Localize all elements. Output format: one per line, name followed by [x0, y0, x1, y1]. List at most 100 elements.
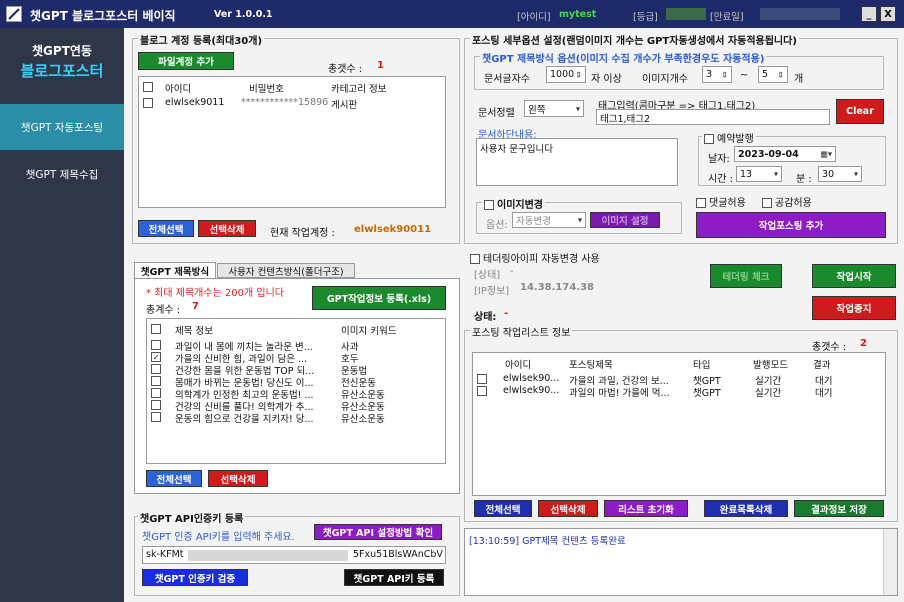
- col-header-type: 타입: [693, 360, 711, 371]
- state-label: 상태:: [474, 312, 497, 323]
- id-label: [아이디]: [517, 12, 551, 23]
- expire-value-blurred: [760, 8, 840, 20]
- jobs-delete-done-button[interactable]: 완료목록삭제: [704, 500, 788, 517]
- ip-value: 14.38.174.38: [520, 282, 595, 293]
- current-account-label: 현재 작업계정 :: [270, 228, 335, 239]
- comment-checkbox[interactable]: 댓글허용: [696, 194, 746, 209]
- tethering-checkbox[interactable]: 테더링아이피 자동변경 사용: [470, 250, 600, 265]
- grade-label: [등급]: [633, 12, 658, 23]
- header-checkbox[interactable]: [143, 81, 156, 92]
- row-checkbox[interactable]: [477, 373, 490, 384]
- close-button[interactable]: X: [880, 6, 896, 22]
- table-row[interactable]: elwlsek90... 가을의 과일, 건강의 보... 챗GPT 실기간 대…: [475, 373, 875, 387]
- account-delete-selected-button[interactable]: 선택삭제: [198, 220, 256, 237]
- list-item[interactable]: 건강의 신비를 풀다! 의학계가 추... 유산소운동: [149, 399, 439, 413]
- brand-line1: 챗GPT연동: [32, 44, 92, 58]
- list-item[interactable]: 운동의 힘으로 건강을 지키자! 당... 유산소운동: [149, 411, 439, 425]
- api-register-button[interactable]: 챗GPT API키 등록: [344, 569, 444, 586]
- titles-total-value: 7: [192, 301, 199, 312]
- log-area[interactable]: [13:10:59] GPT제목 컨텐츠 등록완료: [464, 528, 898, 596]
- job-list[interactable]: 아이디 포스팅제목 타입 발행모드 결과 elwlsek90... 가을의 과일…: [472, 352, 886, 496]
- sidebar-item-title-collect[interactable]: 챗GPT 제목수집: [0, 154, 124, 194]
- row-checkbox[interactable]: [151, 411, 164, 422]
- tab-gpt-title[interactable]: 챗GPT 제목방식: [134, 262, 216, 278]
- log-scrollbar[interactable]: [883, 529, 897, 595]
- row-checkbox[interactable]: ✓: [151, 351, 164, 362]
- chars-stepper[interactable]: 1000 ⇕: [546, 66, 586, 83]
- col-header-mode: 발행모드: [753, 360, 788, 371]
- table-row[interactable]: elwlsek9011 ************15896 게시판: [141, 97, 411, 111]
- img-option-select[interactable]: 자동변경 ▾: [512, 212, 586, 228]
- list-item[interactable]: 몸매가 바뀌는 운동법! 당신도 이... 전신운동: [149, 375, 439, 389]
- range-tilde: ~: [740, 70, 749, 81]
- img-max-stepper[interactable]: 5 ⇕: [758, 66, 788, 83]
- sidebar-item-label: 챗GPT 자동포스팅: [20, 121, 104, 134]
- table-row[interactable]: elwlsek90... 과일의 마법! 가을에 먹... 챗GPT 실기간 대…: [475, 385, 875, 399]
- titles-select-all-button[interactable]: 전체선택: [146, 470, 202, 487]
- gpt-info-register-button[interactable]: GPT작업정보 등록(.xls): [312, 286, 446, 310]
- jobs-total-value: 2: [860, 338, 867, 349]
- titles-delete-selected-button[interactable]: 선택삭제: [208, 470, 268, 487]
- sidebar-item-label: 챗GPT 제목수집: [25, 168, 99, 181]
- account-list[interactable]: 아이디 비밀번호 카테고리 정보 elwlsek9011 ***********…: [138, 76, 446, 208]
- align-label: 문서정렬: [478, 108, 515, 119]
- header-checkbox[interactable]: [151, 323, 164, 334]
- footer-textarea[interactable]: 사용자 문구입니다: [476, 138, 678, 186]
- img-change-checkbox[interactable]: 이미지변경: [482, 196, 545, 211]
- hour-select[interactable]: 13 ▾: [736, 166, 782, 182]
- job-id: elwlsek90...: [503, 373, 560, 384]
- title-text: 운동의 힘으로 건강을 지키자! 당...: [175, 414, 314, 425]
- tethering-check-button[interactable]: 테더링 체크: [710, 264, 782, 288]
- row-checkbox[interactable]: [151, 339, 164, 350]
- img-min-stepper[interactable]: 3 ⇕: [702, 66, 732, 83]
- jobs-select-all-button[interactable]: 전체선택: [474, 500, 532, 517]
- titles-list[interactable]: 제목 정보 이미지 키워드 과일이 내 몸에 끼치는 놀라운 변... 사과 ✓ …: [146, 318, 446, 464]
- ip-label: [IP정보]: [474, 286, 510, 297]
- jobs-delete-selected-button[interactable]: 선택삭제: [538, 500, 598, 517]
- align-select[interactable]: 왼쪽 ▾: [524, 100, 584, 117]
- list-item[interactable]: 과일이 내 몸에 끼치는 놀라운 변... 사과: [149, 339, 439, 353]
- gpt-option-subtitle: 챗GPT 제목방식 옵션(이미지 수집 개수가 부족한경우도 자동적용): [480, 50, 767, 65]
- row-checkbox[interactable]: [151, 399, 164, 410]
- api-key-input[interactable]: sk-KFMt 5Fxu51BlsWAnCbV: [142, 546, 446, 564]
- minimize-button[interactable]: _: [861, 6, 877, 22]
- api-group-title: 챗GPT API인증키 등록: [138, 510, 246, 525]
- account-pw: ************15896: [241, 97, 329, 108]
- row-checkbox[interactable]: [143, 97, 156, 108]
- job-id: elwlsek90...: [503, 385, 560, 396]
- jobs-save-result-button[interactable]: 결과정보 저장: [794, 500, 884, 517]
- tag-clear-button[interactable]: Clear: [836, 99, 884, 124]
- jobs-reset-list-button[interactable]: 리스트 초기화: [604, 500, 688, 517]
- row-checkbox[interactable]: [151, 387, 164, 398]
- sidebar-item-auto-posting[interactable]: 챗GPT 자동포스팅: [0, 104, 124, 150]
- account-total-value: 1: [377, 60, 384, 71]
- list-item[interactable]: 의학계가 인정한 최고의 운동법! ... 유산소운동: [149, 387, 439, 401]
- date-picker[interactable]: 2023-09-04 ▦▾: [734, 146, 836, 162]
- min-select[interactable]: 30 ▾: [818, 166, 862, 182]
- api-verify-button[interactable]: 챗GPT 인증키 검증: [142, 569, 248, 586]
- job-start-button[interactable]: 작업시작: [812, 264, 896, 288]
- img-setting-button[interactable]: 이미지 설정: [590, 212, 660, 228]
- row-checkbox[interactable]: [151, 375, 164, 386]
- file-account-add-button[interactable]: 파일계정 추가: [138, 52, 234, 70]
- list-item[interactable]: ✓ 가을의 신비한 힘, 과일이 담은 ... 호두: [149, 351, 439, 365]
- tab-user-content[interactable]: 사용자 컨텐츠방식(폴더구조): [217, 263, 355, 278]
- tag-input[interactable]: 태그1,태그2: [596, 109, 830, 125]
- sidebar: 챗GPT연동 블로그포스터 챗GPT 자동포스팅 챗GPT 제목수집: [0, 28, 124, 602]
- tethering-status-label: [상태]: [474, 270, 501, 281]
- like-checkbox[interactable]: 공감허용: [762, 194, 812, 209]
- date-label: 날자:: [708, 154, 730, 165]
- account-select-all-button[interactable]: 전체선택: [138, 220, 194, 237]
- job-stop-button[interactable]: 작업중지: [812, 296, 896, 320]
- api-guide-button[interactable]: 챗GPT API 설정방법 확인: [314, 524, 442, 540]
- add-job-posting-button[interactable]: 작업포스팅 추가: [696, 212, 886, 238]
- api-key-suffix: 5Fxu51BlsWAnCbV: [353, 549, 443, 560]
- row-checkbox[interactable]: [477, 385, 490, 396]
- expire-label: [만료일]: [710, 12, 744, 23]
- col-header-keyword: 이미지 키워드: [341, 326, 397, 337]
- api-key-prefix: sk-KFMt: [146, 549, 184, 560]
- list-item[interactable]: 건강한 몸을 위한 운동법 TOP 되... 운동법: [149, 363, 439, 377]
- row-checkbox[interactable]: [151, 363, 164, 374]
- tab-label: 챗GPT 제목방식: [140, 266, 210, 278]
- reserve-checkbox[interactable]: 예약발행: [702, 130, 756, 145]
